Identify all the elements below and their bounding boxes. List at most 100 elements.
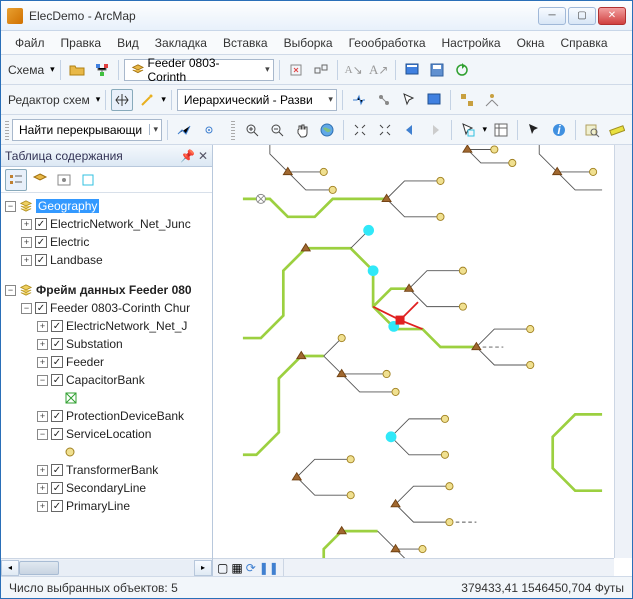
edit-tool-icon[interactable] [136, 89, 158, 111]
collapse-icon[interactable]: − [5, 201, 16, 212]
find-dropdown[interactable]: Найти перекрывающи [12, 119, 162, 141]
search-icon[interactable] [581, 119, 603, 141]
close-button[interactable]: ✕ [598, 7, 626, 25]
layout-dropdown[interactable]: Иерархический - Разви [177, 89, 337, 111]
tree-item[interactable]: SecondaryLine [66, 481, 146, 495]
expand-icon[interactable]: + [37, 483, 48, 494]
expand-icon[interactable]: + [37, 411, 48, 422]
expand-icon[interactable]: + [37, 465, 48, 476]
tree-item[interactable]: ServiceLocation [66, 427, 151, 441]
identify-icon[interactable]: i [548, 119, 570, 141]
menu-insert[interactable]: Вставка [215, 33, 276, 53]
select-elements-icon[interactable] [523, 119, 545, 141]
zoom-out-icon[interactable] [266, 119, 288, 141]
pause-draw-icon[interactable]: ❚❚ [259, 561, 279, 575]
save-schematic-icon[interactable] [426, 59, 448, 81]
open-icon[interactable] [66, 59, 88, 81]
tool-f-icon[interactable] [481, 89, 503, 111]
fixed-zoom-out-icon[interactable] [374, 119, 396, 141]
tree-item[interactable]: Feeder 0803-Corinth Chur [50, 301, 190, 315]
checkbox[interactable]: ✓ [51, 500, 63, 512]
cursor-tool-icon[interactable] [398, 89, 420, 111]
panel-close-icon[interactable]: ✕ [198, 149, 208, 163]
expand-icon[interactable]: + [21, 255, 32, 266]
menu-help[interactable]: Справка [552, 33, 615, 53]
expand-icon[interactable]: + [37, 501, 48, 512]
layout-props-icon[interactable] [423, 89, 445, 111]
select-features-icon[interactable] [457, 119, 479, 141]
layer-dropdown[interactable]: Feeder 0803-Corinth [124, 59, 274, 81]
checkbox[interactable]: ✓ [51, 338, 63, 350]
checkbox[interactable]: ✓ [35, 236, 47, 248]
expand-icon[interactable]: + [21, 237, 32, 248]
tree-group[interactable]: Фрейм данных Feeder 080 [36, 283, 192, 297]
tree-item[interactable]: CapacitorBank [66, 373, 145, 387]
full-extent-icon[interactable] [316, 119, 338, 141]
fixed-zoom-in-icon[interactable] [349, 119, 371, 141]
text-large-icon[interactable]: A↗ [368, 59, 390, 81]
toc-hscroll[interactable]: ◂▸ [1, 558, 212, 576]
minimize-button[interactable]: ─ [538, 7, 566, 25]
tree-item[interactable]: ElectricNetwork_Net_J [66, 319, 187, 333]
menu-bookmarks[interactable]: Закладка [147, 33, 215, 53]
checkbox[interactable]: ✓ [35, 302, 47, 314]
tree-item[interactable]: Substation [66, 337, 123, 351]
checkbox[interactable]: ✓ [51, 428, 63, 440]
menu-geoprocessing[interactable]: Геообработка [341, 33, 434, 53]
collapse-icon[interactable]: − [5, 285, 16, 296]
find-node-icon[interactable] [198, 119, 220, 141]
checkbox[interactable]: ✓ [51, 464, 63, 476]
tree-item[interactable]: PrimaryLine [66, 499, 130, 513]
collapse-icon[interactable]: − [37, 429, 48, 440]
checkbox[interactable]: ✓ [35, 218, 47, 230]
expand-icon[interactable]: + [37, 357, 48, 368]
checkbox[interactable]: ✓ [51, 374, 63, 386]
tree-item[interactable]: Feeder [66, 355, 104, 369]
checkbox[interactable]: ✓ [51, 482, 63, 494]
toc-tree[interactable]: −Geography +✓ElectricNetwork_Net_Junc +✓… [1, 193, 212, 558]
layout-view-icon[interactable]: ▦ [231, 561, 242, 575]
list-by-draw-icon[interactable] [5, 169, 27, 191]
data-view-icon[interactable]: ▢ [217, 561, 228, 575]
tree-item[interactable]: ElectricNetwork_Net_Junc [50, 217, 191, 231]
zoom-in-icon[interactable] [241, 119, 263, 141]
text-small-icon[interactable]: A↘ [343, 59, 365, 81]
tool-2-icon[interactable] [310, 59, 332, 81]
next-extent-icon[interactable] [424, 119, 446, 141]
checkbox[interactable]: ✓ [51, 320, 63, 332]
move-tool-icon[interactable] [111, 89, 133, 111]
tree-item[interactable]: Electric [50, 235, 89, 249]
collapse-icon[interactable]: − [21, 303, 32, 314]
maximize-button[interactable]: ▢ [568, 7, 596, 25]
expand-icon[interactable]: + [21, 219, 32, 230]
collapse-icon[interactable]: − [37, 375, 48, 386]
checkbox[interactable]: ✓ [35, 254, 47, 266]
diagram-icon[interactable] [91, 59, 113, 81]
clear-selection-icon[interactable] [490, 119, 512, 141]
menu-edit[interactable]: Правка [53, 33, 110, 53]
apply-layout-icon[interactable] [348, 89, 370, 111]
menu-windows[interactable]: Окна [509, 33, 553, 53]
list-by-source-icon[interactable] [29, 169, 51, 191]
menu-view[interactable]: Вид [109, 33, 147, 53]
find-path-icon[interactable] [173, 119, 195, 141]
expand-icon[interactable]: + [37, 339, 48, 350]
pan-icon[interactable] [291, 119, 313, 141]
tool-d-icon[interactable] [373, 89, 395, 111]
tree-item[interactable]: Landbase [50, 253, 103, 267]
tree-item[interactable]: TransformerBank [66, 463, 158, 477]
tool-1-icon[interactable] [285, 59, 307, 81]
properties-icon[interactable] [401, 59, 423, 81]
prev-extent-icon[interactable] [399, 119, 421, 141]
checkbox[interactable]: ✓ [51, 356, 63, 368]
tree-item[interactable]: ProtectionDeviceBank [66, 409, 184, 423]
checkbox[interactable]: ✓ [51, 410, 63, 422]
map-hscroll[interactable]: ▢ ▦ ⟳ ❚❚ [213, 558, 614, 576]
map-canvas[interactable] [213, 145, 632, 576]
measure-icon[interactable] [606, 119, 628, 141]
list-by-vis-icon[interactable] [53, 169, 75, 191]
menu-selection[interactable]: Выборка [276, 33, 341, 53]
list-by-sel-icon[interactable] [77, 169, 99, 191]
map-vscroll[interactable] [614, 145, 632, 558]
refresh-icon[interactable] [451, 59, 473, 81]
